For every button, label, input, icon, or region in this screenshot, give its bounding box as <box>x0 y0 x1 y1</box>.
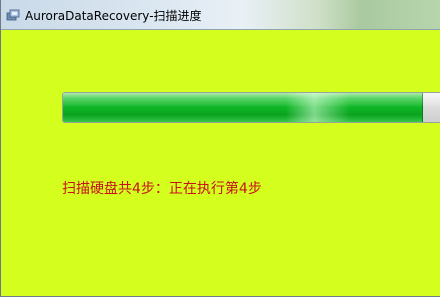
scan-progress-bar <box>62 92 440 123</box>
scan-status-text: 扫描硬盘共4步：正在执行第4步 <box>62 181 262 197</box>
aurora-app-icon <box>6 9 20 21</box>
client-area: 扫描硬盘共4步：正在执行第4步 <box>1 30 440 296</box>
scan-progress-window: AuroraDataRecovery-扫描进度 扫描硬盘共4步：正在执行第4步 <box>0 0 440 297</box>
scan-progress-fill <box>63 93 424 122</box>
title-bar[interactable]: AuroraDataRecovery-扫描进度 <box>1 0 440 30</box>
window-title: AuroraDataRecovery-扫描进度 <box>25 9 202 23</box>
